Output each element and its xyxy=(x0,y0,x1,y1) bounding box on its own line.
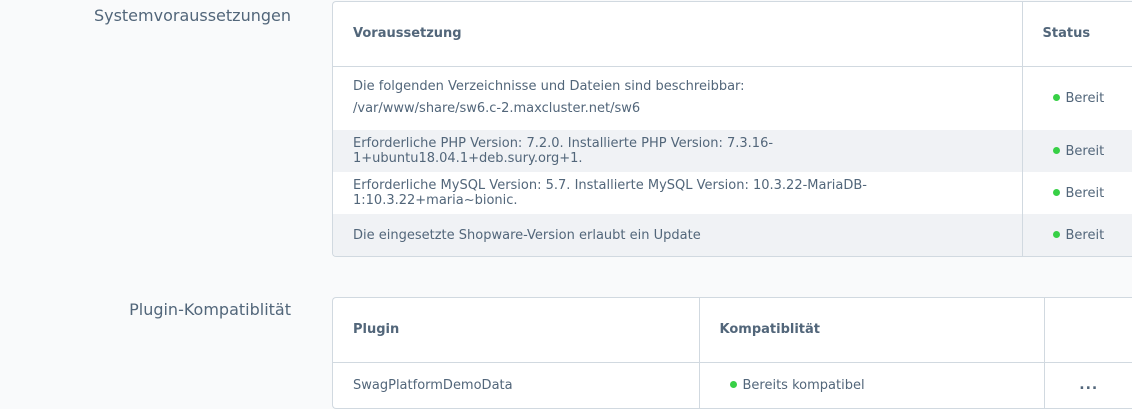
status-cell: Bereit xyxy=(1021,66,1132,130)
requirements-card: Voraussetzung Status Die folgenden Verze… xyxy=(332,1,1132,257)
requirement-text: Die folgenden Verzeichnisse und Dateien … xyxy=(353,79,745,95)
header-plugin: Plugin xyxy=(333,298,699,363)
requirements-header-row: Voraussetzung Status xyxy=(333,2,1132,67)
header-status: Status xyxy=(1021,2,1132,67)
status-cell: Bereit xyxy=(1021,214,1132,256)
header-requirement: Voraussetzung xyxy=(333,2,1022,67)
plugins-header-row: Plugin Kompatiblität xyxy=(333,298,1132,363)
status-cell: Bereit xyxy=(1021,130,1132,172)
status-text: Bereit xyxy=(1065,185,1105,201)
table-row: Die eingesetzte Shopware-Version erlaubt… xyxy=(333,214,1132,256)
requirement-text: Erforderliche MySQL Version: 5.7. Instal… xyxy=(353,178,868,208)
compat-cell: Bereits kompatibel xyxy=(698,362,1044,408)
status-dot-icon xyxy=(1052,146,1060,154)
requirement-text: Erforderliche PHP Version: 7.2.0. Instal… xyxy=(333,130,1022,172)
header-actions xyxy=(1043,298,1132,363)
table-row: Erforderliche MySQL Version: 5.7. Instal… xyxy=(333,172,1132,214)
requirements-section-label: Systemvoraussetzungen xyxy=(93,6,291,25)
status-dot-icon xyxy=(1052,188,1060,196)
requirement-path: /var/www/share/sw6.c-2.maxcluster.net/sw… xyxy=(353,101,641,117)
requirement-text: Die eingesetzte Shopware-Version erlaubt… xyxy=(333,214,1022,256)
requirement-cell: Die folgenden Verzeichnisse und Dateien … xyxy=(333,66,1022,130)
table-row: Erforderliche PHP Version: 7.2.0. Instal… xyxy=(333,130,1132,172)
status-dot-icon xyxy=(729,380,737,388)
header-compat: Kompatiblität xyxy=(698,298,1044,363)
status-text: Bereit xyxy=(1065,143,1105,159)
plugin-name: SwagPlatformDemoData xyxy=(353,377,513,393)
plugins-table: Plugin Kompatiblität SwagPlatformDemoDat… xyxy=(333,298,1132,408)
status-text: Bereit xyxy=(1065,90,1105,106)
table-row: Die folgenden Verzeichnisse und Dateien … xyxy=(333,66,1132,130)
more-horizontal-icon[interactable]: ... xyxy=(1043,362,1132,408)
plugins-card: Plugin Kompatiblität SwagPlatformDemoDat… xyxy=(332,297,1132,409)
plugins-section-label: Plugin-Kompatiblität xyxy=(129,300,291,319)
requirements-table: Voraussetzung Status Die folgenden Verze… xyxy=(333,2,1132,256)
status-cell: Bereit xyxy=(1021,172,1132,214)
compat-text: Bereits kompatibel xyxy=(742,377,865,393)
status-text: Bereit xyxy=(1065,227,1105,243)
status-dot-icon xyxy=(1052,230,1060,238)
status-dot-icon xyxy=(1052,93,1060,101)
table-row: SwagPlatformDemoData Bereits kompatibel … xyxy=(333,362,1132,408)
